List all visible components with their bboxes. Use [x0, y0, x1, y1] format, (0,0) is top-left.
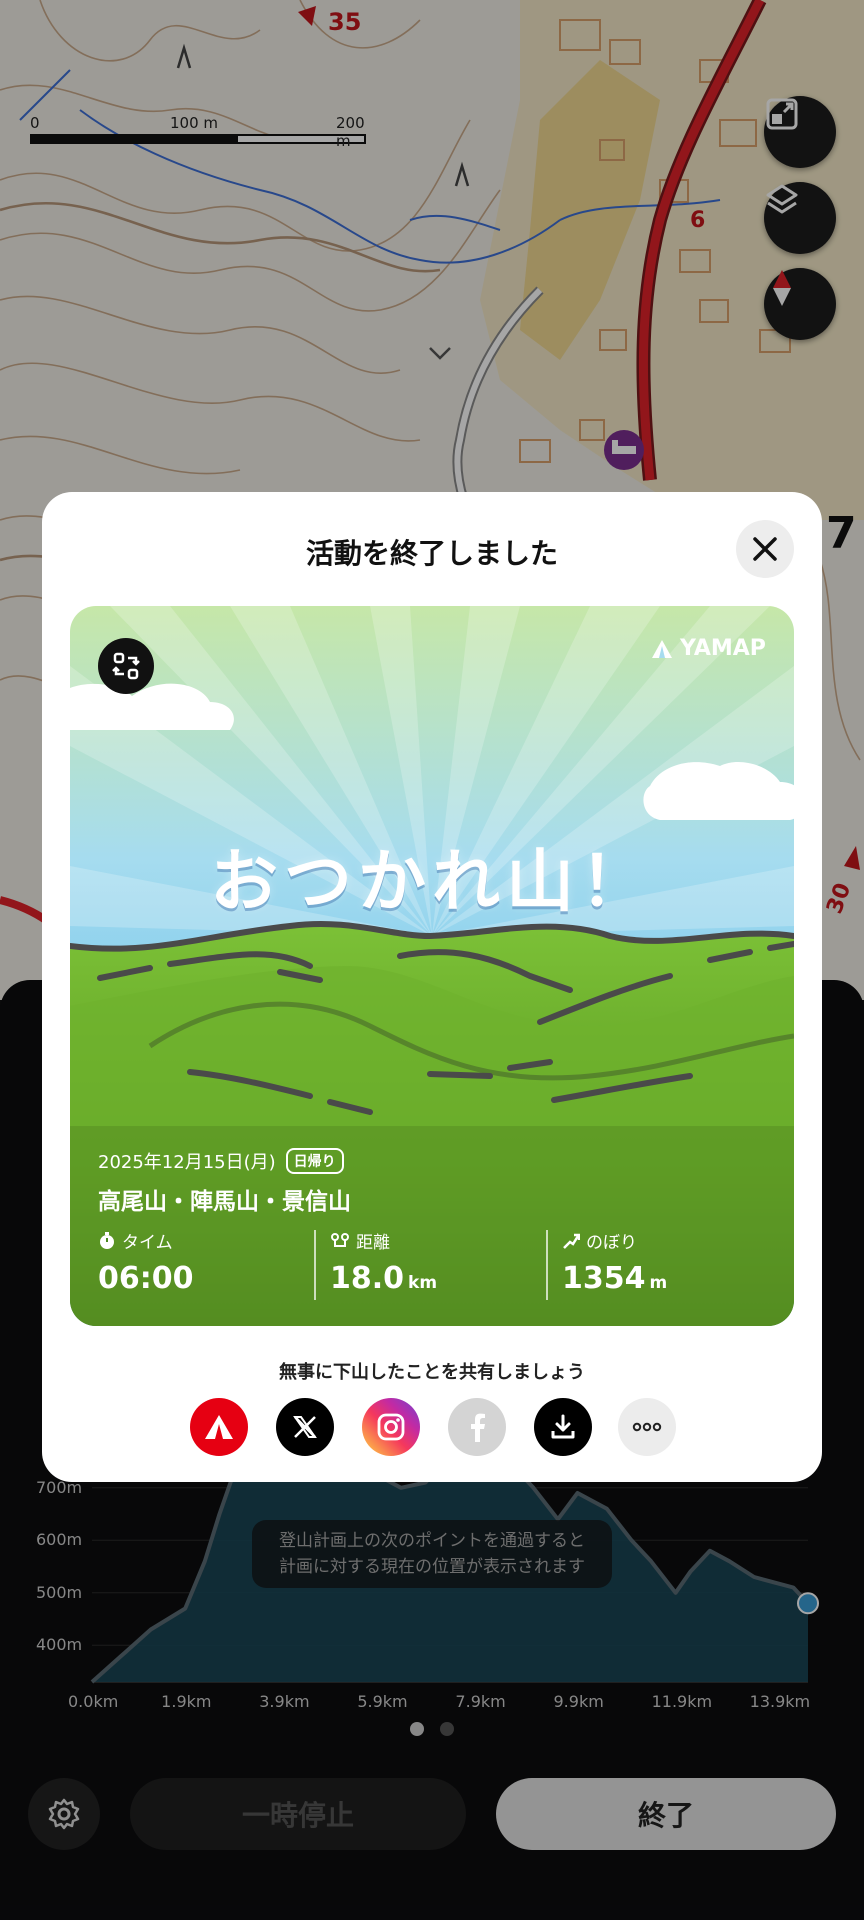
- share-facebook-button[interactable]: [448, 1398, 506, 1456]
- stat-value: 1354: [562, 1261, 646, 1296]
- stat-unit: km: [408, 1273, 438, 1293]
- brand-name: YAMAP: [680, 636, 766, 661]
- stat-label: 距離: [356, 1233, 390, 1253]
- date-text: 2025年12月15日(月): [98, 1152, 276, 1173]
- stat-value: 18.0: [330, 1261, 405, 1296]
- more-share-button[interactable]: [618, 1398, 676, 1456]
- ascent-icon: [563, 1233, 580, 1249]
- stat-unit: m: [649, 1273, 668, 1293]
- stat-label: のぼり: [586, 1233, 637, 1253]
- stat-distance: 距離 18.0 km: [330, 1228, 437, 1296]
- close-icon: [753, 537, 777, 561]
- stat-label: タイム: [122, 1233, 173, 1253]
- facebook-icon: [471, 1413, 485, 1442]
- peaks-visited: 高尾山・陣馬山・景信山: [98, 1189, 351, 1215]
- stat-ascent: のぼり 1354 m: [562, 1228, 667, 1296]
- share-instagram-button[interactable]: [362, 1398, 420, 1456]
- route-pin-icon: [331, 1232, 349, 1247]
- share-card: YAMAP おつかれ山！ 2025年12月15日(月) 日帰り 高尾山・陣馬山・…: [70, 606, 794, 1326]
- stopwatch-icon: [100, 1231, 114, 1249]
- stat-divider: [314, 1230, 316, 1300]
- dialog-title: 活動を終了しました: [305, 537, 558, 570]
- activity-date: 2025年12月15日(月) 日帰り: [98, 1148, 344, 1174]
- more-icon: [632, 1422, 662, 1432]
- card-illustration: [70, 606, 794, 1326]
- stat-divider: [546, 1230, 548, 1300]
- yamap-icon: [205, 1415, 233, 1439]
- swap-icon: [112, 652, 140, 680]
- share-prompt: 無事に下山したことを共有しましょう: [279, 1362, 585, 1383]
- download-icon: [551, 1414, 575, 1439]
- yamap-mountain-icon: [652, 639, 672, 658]
- stat-time: タイム 06:00: [98, 1228, 194, 1296]
- yamap-logo: YAMAP: [650, 636, 766, 661]
- download-button[interactable]: [534, 1398, 592, 1456]
- trip-type-badge: 日帰り: [285, 1148, 344, 1174]
- card-headline: おつかれ山！: [209, 843, 654, 922]
- swap-design-button[interactable]: [98, 638, 154, 694]
- stat-value: 06:00: [98, 1261, 194, 1296]
- x-icon: [293, 1416, 317, 1438]
- instagram-icon: [377, 1413, 405, 1441]
- close-button[interactable]: [736, 520, 794, 578]
- activity-finished-dialog: 活動を終了しました YAMAP おつかれ山！ 2025年12月15日(月) 日帰…: [42, 492, 822, 1482]
- share-x-button[interactable]: [276, 1398, 334, 1456]
- share-yamap-button[interactable]: [190, 1398, 248, 1456]
